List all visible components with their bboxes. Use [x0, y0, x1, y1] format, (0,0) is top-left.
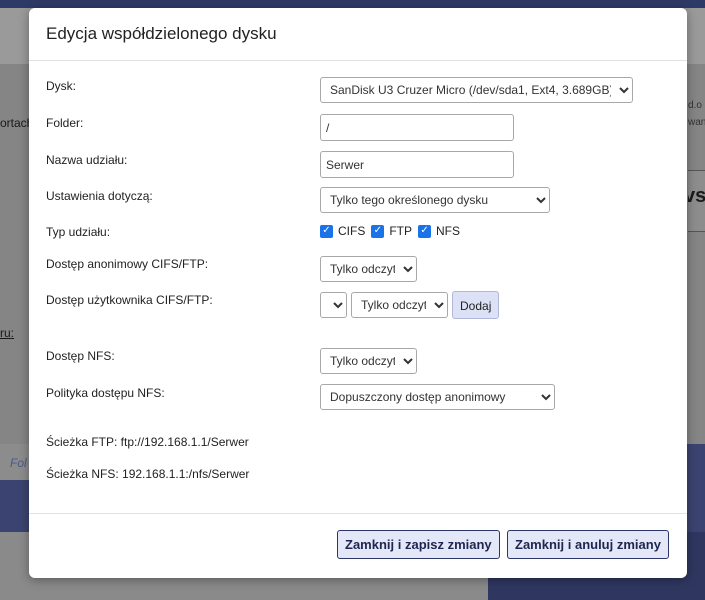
dialog-title: Edycja współdzielonego dysku — [46, 24, 277, 43]
anon-access-label: Dostęp anonimowy CIFS/FTP: — [46, 257, 209, 271]
user-select[interactable] — [320, 292, 347, 318]
share-type-ftp[interactable]: ✓ FTP — [371, 224, 412, 238]
disk-select[interactable]: SanDisk U3 Cruzer Micro (/dev/sda1, Ext4… — [320, 77, 633, 103]
dialog-footer: Zamknij i zapisz zmiany Zamknij i anuluj… — [29, 514, 687, 578]
save-close-button[interactable]: Zamknij i zapisz zmiany — [337, 530, 500, 559]
settings-apply-select[interactable]: Tylko tego określonego dysku — [320, 187, 550, 213]
share-name-input[interactable] — [320, 151, 514, 178]
edit-share-dialog: Edycja współdzielonego dysku Dysk: SanDi… — [29, 8, 687, 578]
user-access-select[interactable]: Tylko odczyt — [351, 292, 448, 318]
user-access-label: Dostęp użytkownika CIFS/FTP: — [46, 293, 213, 307]
dialog-header: Edycja współdzielonego dysku — [29, 8, 687, 61]
nfs-policy-label: Polityka dostępu NFS: — [46, 386, 165, 400]
disk-label: Dysk: — [46, 79, 76, 93]
share-type-nfs[interactable]: ✓ NFS — [418, 224, 460, 238]
share-type-cifs[interactable]: ✓ CIFS — [320, 224, 365, 238]
share-type-group: ✓ CIFS ✓ FTP ✓ NFS — [320, 224, 466, 238]
bg-text: Fol — [10, 456, 27, 470]
settings-apply-label: Ustawienia dotyczą: — [46, 189, 153, 203]
checkbox-checked-icon[interactable]: ✓ — [320, 224, 333, 238]
dialog-body: Dysk: SanDisk U3 Cruzer Micro (/dev/sda1… — [29, 61, 687, 514]
bg-right-text: d.o wan — [688, 100, 705, 128]
ftp-path: Ścieżka FTP: ftp://192.168.1.1/Serwer — [46, 435, 249, 449]
share-name-label: Nazwa udziału: — [46, 153, 128, 167]
nfs-path: Ścieżka NFS: 192.168.1.1:/nfs/Serwer — [46, 467, 250, 481]
add-user-button[interactable]: Dodaj — [452, 291, 500, 319]
nfs-access-label: Dostęp NFS: — [46, 349, 115, 363]
anon-access-select[interactable]: Tylko odczyt — [320, 256, 417, 282]
bg-top-bar — [0, 0, 705, 8]
nfs-access-select[interactable]: Tylko odczyt — [320, 348, 417, 374]
cancel-close-button[interactable]: Zamknij i anuluj zmiany — [507, 530, 669, 559]
checkbox-checked-icon[interactable]: ✓ — [418, 224, 432, 238]
folder-label: Folder: — [46, 116, 84, 130]
nfs-policy-select[interactable]: Dopuszczony dostęp anonimowy — [320, 384, 555, 410]
folder-input[interactable] — [320, 114, 514, 141]
bg-right-heading: vs — [688, 170, 705, 232]
share-type-label: Typ udziału: — [46, 225, 111, 239]
checkbox-checked-icon[interactable]: ✓ — [371, 224, 385, 238]
bg-link: ru: — [0, 326, 15, 340]
